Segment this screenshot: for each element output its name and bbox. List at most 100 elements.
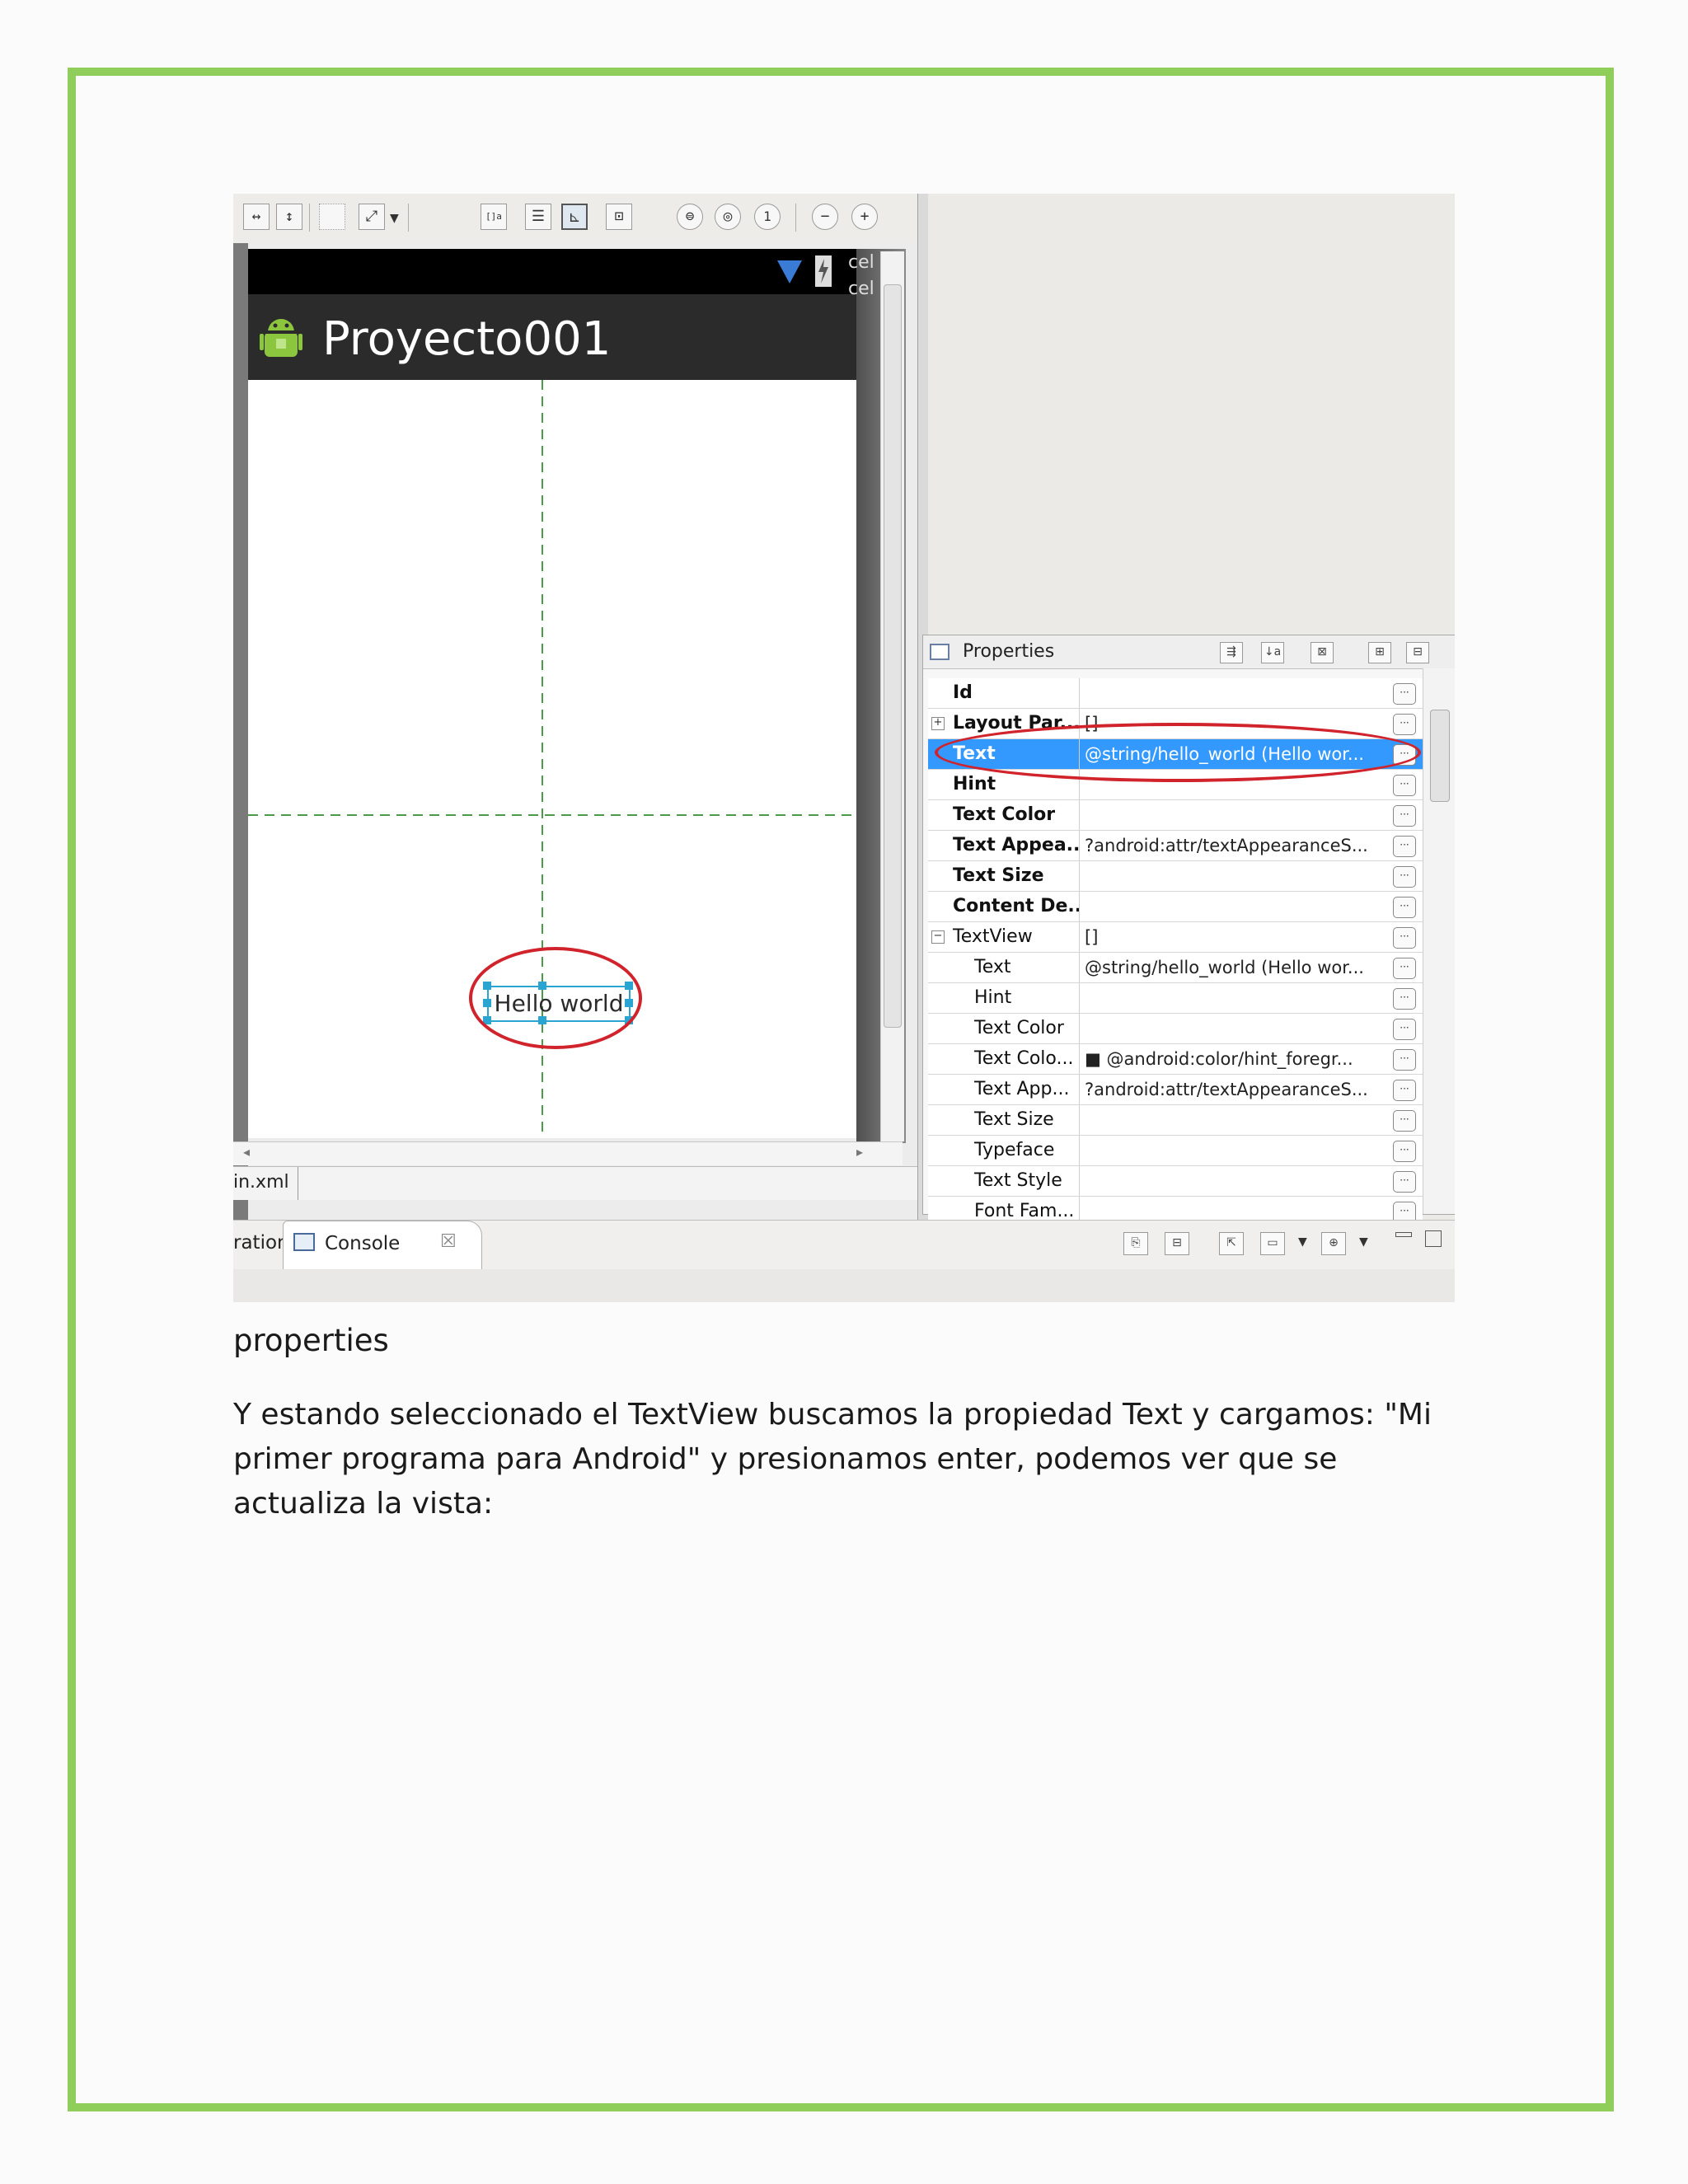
scroll-right-icon[interactable]: ▸ bbox=[856, 1144, 863, 1160]
property-edit-button[interactable]: ··· bbox=[1393, 1141, 1416, 1162]
property-row[interactable]: Hint ··· bbox=[928, 983, 1423, 1014]
property-value[interactable] bbox=[1085, 1105, 1388, 1135]
clear-console-icon[interactable]: ⎘ bbox=[1123, 1232, 1148, 1255]
signal-icon bbox=[777, 260, 802, 284]
canvas-vertical-scrollbar[interactable] bbox=[880, 251, 904, 1141]
filter-icon[interactable]: ⊠ bbox=[1311, 642, 1334, 663]
scroll-lock-icon[interactable]: ⊟ bbox=[1165, 1232, 1189, 1255]
property-name: Typeface bbox=[928, 1136, 1080, 1165]
tab-console[interactable]: Console ☒ bbox=[283, 1221, 482, 1269]
property-name: Id bbox=[928, 678, 1080, 708]
scrollbar-thumb[interactable] bbox=[884, 284, 902, 1028]
property-edit-button[interactable]: ··· bbox=[1393, 927, 1416, 949]
property-name: Text Size bbox=[928, 861, 1080, 891]
property-value[interactable]: ?android:attr/textAppearanceS... bbox=[1085, 1075, 1388, 1104]
property-row[interactable]: Text @string/hello_world (Hello wor... ··· bbox=[928, 953, 1423, 983]
property-edit-button[interactable]: ··· bbox=[1393, 897, 1416, 918]
collapse-all-icon[interactable]: ⊟ bbox=[1406, 642, 1429, 663]
property-row[interactable]: Id ··· bbox=[928, 678, 1423, 709]
fit-height-icon[interactable]: ↕ bbox=[276, 204, 302, 230]
device-side-text: cel cel bbox=[848, 250, 874, 302]
figure-caption: properties bbox=[233, 1323, 389, 1358]
property-edit-button[interactable]: ··· bbox=[1393, 683, 1416, 705]
property-row[interactable]: − TextView[] ··· bbox=[928, 922, 1423, 953]
property-value[interactable]: @string/hello_world (Hello wor... bbox=[1085, 953, 1388, 982]
property-edit-button[interactable]: ··· bbox=[1393, 958, 1416, 979]
property-row[interactable]: Text Color ··· bbox=[928, 1014, 1423, 1044]
property-edit-button[interactable]: ··· bbox=[1393, 1019, 1416, 1040]
paragraph-line: Y estando seleccionado el TextView busca… bbox=[233, 1398, 1432, 1432]
open-console-icon[interactable]: ⊕ bbox=[1321, 1232, 1346, 1255]
property-value[interactable] bbox=[1085, 861, 1388, 891]
property-value[interactable]: ?android:attr/textAppearanceS... bbox=[1085, 831, 1388, 860]
toggle-icon-1[interactable]: []a bbox=[481, 204, 507, 230]
scroll-left-icon[interactable]: ◂ bbox=[243, 1144, 250, 1160]
property-name: Text Size bbox=[928, 1105, 1080, 1135]
pin-console-icon[interactable]: ⇱ bbox=[1219, 1232, 1244, 1255]
property-value[interactable] bbox=[1085, 1166, 1388, 1196]
zoom-out-icon[interactable]: ⊜ bbox=[677, 204, 703, 230]
tab-partial[interactable]: ration bbox=[233, 1232, 289, 1254]
zoom-region-icon[interactable]: ⤢ bbox=[359, 204, 385, 230]
zoom-fit-icon[interactable]: ◎ bbox=[715, 204, 741, 230]
property-value[interactable] bbox=[1085, 983, 1388, 1013]
property-value[interactable] bbox=[1085, 678, 1388, 708]
bottom-views-bar: ration Console ☒ ⎘ ⊟ ⇱ ▭ ▼ ⊕ ▼ bbox=[233, 1220, 1455, 1270]
property-row[interactable]: Text Style ··· bbox=[928, 1166, 1423, 1197]
toolbar-separator bbox=[795, 204, 796, 232]
property-value[interactable] bbox=[1085, 892, 1388, 921]
property-value[interactable] bbox=[1085, 1014, 1388, 1043]
property-edit-button[interactable]: ··· bbox=[1393, 1080, 1416, 1101]
property-row[interactable]: Text Color ··· bbox=[928, 800, 1423, 831]
property-edit-button[interactable]: ··· bbox=[1393, 836, 1416, 857]
toolbar-separator bbox=[408, 204, 409, 232]
property-edit-button[interactable]: ··· bbox=[1393, 866, 1416, 888]
property-row[interactable]: Text Size ··· bbox=[928, 861, 1423, 892]
minimize-icon[interactable] bbox=[1395, 1232, 1412, 1237]
canvas-horizontal-scrollbar[interactable]: ◂ ▸ bbox=[233, 1141, 903, 1165]
sort-alpha-icon[interactable]: ↓a bbox=[1261, 642, 1284, 663]
property-value[interactable]: [] bbox=[1085, 922, 1388, 952]
property-name: Text Color bbox=[928, 800, 1080, 830]
property-row[interactable]: Text Appea... ?android:attr/textAppearanc… bbox=[928, 831, 1423, 861]
property-value[interactable] bbox=[1085, 1136, 1388, 1165]
tab-xml-file[interactable]: in.xml bbox=[233, 1172, 289, 1193]
dropdown-arrow-icon[interactable]: ▼ bbox=[1359, 1235, 1368, 1249]
display-console-icon[interactable]: ▭ bbox=[1260, 1232, 1285, 1255]
toggle-icon-4[interactable]: ⊡ bbox=[606, 204, 632, 230]
scrollbar-thumb[interactable] bbox=[1430, 710, 1450, 802]
property-edit-button[interactable]: ··· bbox=[1393, 805, 1416, 827]
property-row[interactable]: Text Colo... ■ @android:color/hint_foregr… bbox=[928, 1044, 1423, 1075]
device-title-bar: Proyecto001 bbox=[248, 294, 856, 380]
property-edit-button[interactable]: ··· bbox=[1393, 775, 1416, 796]
properties-scrollbar[interactable] bbox=[1423, 668, 1455, 1214]
properties-panel: Properties ⇶ ↓a ⊠ ⊞ ⊟ Id ··· + Layout Par..… bbox=[922, 635, 1455, 1227]
maximize-icon[interactable] bbox=[1425, 1230, 1442, 1247]
close-icon[interactable]: ☒ bbox=[440, 1231, 457, 1252]
dropdown-arrow-icon[interactable]: ▼ bbox=[1298, 1235, 1307, 1249]
zoom-in-icon[interactable]: + bbox=[851, 204, 878, 230]
property-row[interactable]: Text Size ··· bbox=[928, 1105, 1423, 1136]
property-row[interactable]: Typeface ··· bbox=[928, 1136, 1423, 1166]
toggle-icon-3[interactable]: ⊾ bbox=[561, 204, 588, 230]
property-row[interactable]: Text App... ?android:attr/textAppearanceS… bbox=[928, 1075, 1423, 1105]
property-edit-button[interactable]: ··· bbox=[1393, 1110, 1416, 1132]
android-icon bbox=[260, 319, 302, 357]
property-row[interactable]: Content De... ··· bbox=[928, 892, 1423, 922]
dropdown-arrow-icon[interactable]: ▼ bbox=[390, 212, 399, 225]
toggle-icon-2[interactable]: ☰ bbox=[525, 204, 551, 230]
layout-canvas[interactable]: Hello world bbox=[248, 380, 856, 1138]
property-edit-button[interactable]: ··· bbox=[1393, 1171, 1416, 1193]
fit-width-icon[interactable]: ↔ bbox=[243, 204, 270, 230]
property-value[interactable]: ■ @android:color/hint_foregr... bbox=[1085, 1044, 1388, 1074]
property-edit-button[interactable]: ··· bbox=[1393, 988, 1416, 1010]
property-edit-button[interactable]: ··· bbox=[1393, 1049, 1416, 1071]
select-all-icon[interactable] bbox=[319, 204, 345, 230]
zoom-actual-icon[interactable]: 1 bbox=[754, 204, 781, 230]
property-value[interactable] bbox=[1085, 800, 1388, 830]
show-advanced-icon[interactable]: ⇶ bbox=[1220, 642, 1243, 663]
expand-all-icon[interactable]: ⊞ bbox=[1368, 642, 1391, 663]
zoom-out-small-icon[interactable]: − bbox=[812, 204, 838, 230]
property-edit-button[interactable]: ··· bbox=[1393, 714, 1416, 735]
property-name: Text Appea... bbox=[928, 831, 1080, 860]
